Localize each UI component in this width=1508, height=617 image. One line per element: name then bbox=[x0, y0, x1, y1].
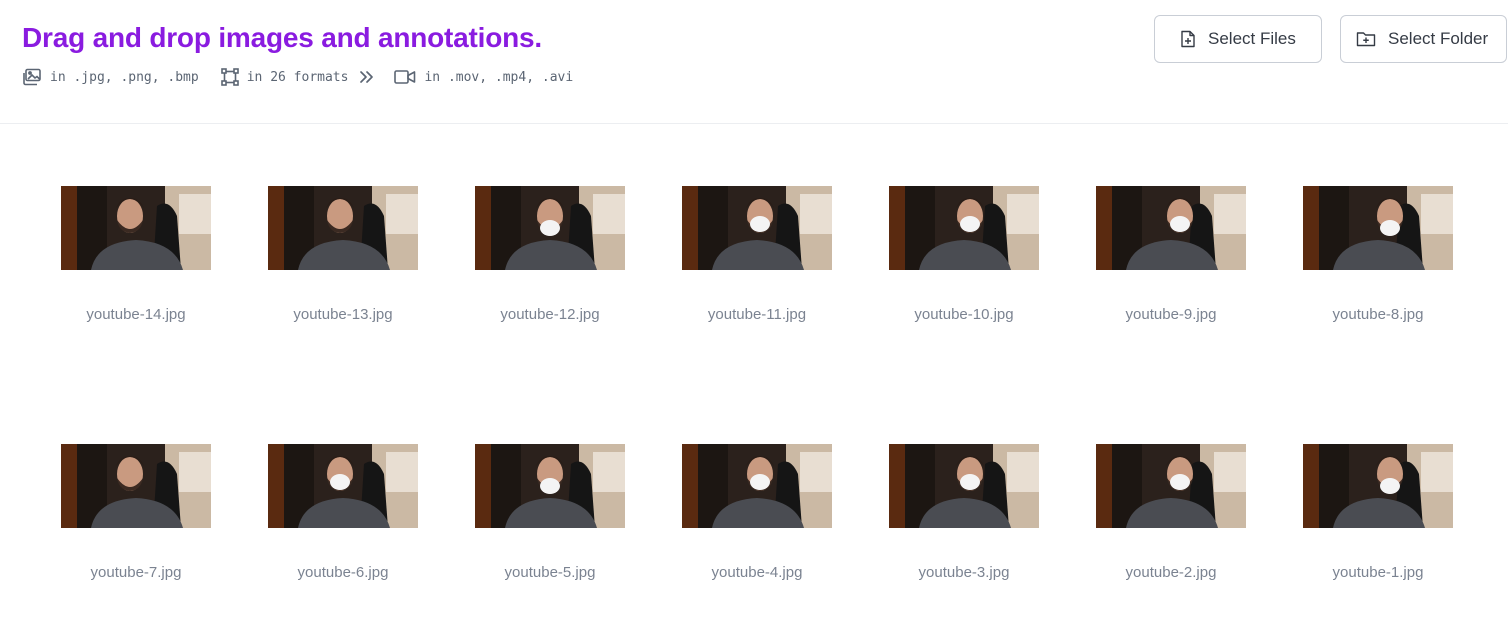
file-tile[interactable]: youtube-4.jpg bbox=[672, 444, 842, 604]
file-name: youtube-13.jpg bbox=[293, 306, 393, 323]
file-thumbnail[interactable] bbox=[475, 186, 625, 270]
file-name: youtube-6.jpg bbox=[297, 564, 389, 581]
file-tile[interactable]: youtube-10.jpg bbox=[879, 186, 1049, 346]
select-files-button[interactable]: Select Files bbox=[1154, 15, 1322, 63]
file-name: youtube-10.jpg bbox=[914, 306, 1014, 323]
video-formats-label: in .mov, .mp4, .avi bbox=[424, 69, 574, 85]
page-title: Drag and drop images and annotations. bbox=[22, 22, 542, 53]
file-name: youtube-1.jpg bbox=[1332, 564, 1424, 581]
file-name: youtube-5.jpg bbox=[504, 564, 596, 581]
file-tile[interactable]: youtube-12.jpg bbox=[465, 186, 635, 346]
annotation-formats: in 26 formats bbox=[220, 68, 349, 86]
file-name: youtube-4.jpg bbox=[711, 564, 803, 581]
select-folder-button[interactable]: Select Folder bbox=[1340, 15, 1507, 63]
file-plus-icon bbox=[1180, 30, 1208, 48]
file-name: youtube-11.jpg bbox=[707, 306, 807, 323]
video-formats: in .mov, .mp4, .avi bbox=[394, 69, 573, 85]
file-name: youtube-3.jpg bbox=[918, 564, 1010, 581]
file-name: youtube-8.jpg bbox=[1332, 306, 1424, 323]
annotation-formats-label: in 26 formats bbox=[246, 69, 349, 85]
file-tile[interactable]: youtube-2.jpg bbox=[1086, 444, 1256, 604]
select-folder-label: Select Folder bbox=[1388, 29, 1489, 48]
file-thumbnail[interactable] bbox=[1303, 444, 1453, 528]
file-thumbnail[interactable] bbox=[682, 186, 832, 270]
file-thumbnail[interactable] bbox=[475, 444, 625, 528]
file-name: youtube-9.jpg bbox=[1125, 306, 1217, 323]
file-grid: youtube-14.jpg youtube-13.jpg youtube-12.j… bbox=[0, 124, 1508, 617]
upload-header: Drag and drop images and annotations. in… bbox=[0, 0, 1508, 124]
chevrons-right-icon[interactable] bbox=[358, 70, 374, 84]
video-camera-icon bbox=[394, 69, 416, 85]
image-formats: in .jpg, .png, .bmp bbox=[22, 68, 199, 86]
file-thumbnail[interactable] bbox=[682, 444, 832, 528]
file-name: youtube-7.jpg bbox=[90, 564, 182, 581]
file-thumbnail[interactable] bbox=[1303, 186, 1453, 270]
file-tile[interactable]: youtube-9.jpg bbox=[1086, 186, 1256, 346]
file-tile[interactable]: youtube-7.jpg bbox=[51, 444, 221, 604]
file-thumbnail[interactable] bbox=[61, 186, 211, 270]
file-thumbnail[interactable] bbox=[889, 444, 1039, 528]
file-name: youtube-2.jpg bbox=[1125, 564, 1217, 581]
file-thumbnail[interactable] bbox=[1096, 444, 1246, 528]
folder-plus-icon bbox=[1356, 31, 1388, 47]
file-thumbnail[interactable] bbox=[268, 444, 418, 528]
select-files-label: Select Files bbox=[1208, 29, 1296, 48]
supported-formats: in .jpg, .png, .bmp in 26 formats in .mo… bbox=[22, 66, 573, 88]
images-icon bbox=[22, 68, 42, 86]
file-tile[interactable]: youtube-1.jpg bbox=[1293, 444, 1463, 604]
file-thumbnail[interactable] bbox=[268, 186, 418, 270]
file-tile[interactable]: youtube-8.jpg bbox=[1293, 186, 1463, 346]
file-tile[interactable]: youtube-14.jpg bbox=[51, 186, 221, 346]
file-thumbnail[interactable] bbox=[1096, 186, 1246, 270]
file-name: youtube-12.jpg bbox=[500, 306, 600, 323]
bounding-box-icon bbox=[220, 68, 239, 86]
file-tile[interactable]: youtube-11.jpg bbox=[672, 186, 842, 346]
file-thumbnail[interactable] bbox=[889, 186, 1039, 270]
file-thumbnail[interactable] bbox=[61, 444, 211, 528]
file-tile[interactable]: youtube-5.jpg bbox=[465, 444, 635, 604]
image-formats-label: in .jpg, .png, .bmp bbox=[50, 69, 199, 85]
file-tile[interactable]: youtube-13.jpg bbox=[258, 186, 428, 346]
file-tile[interactable]: youtube-6.jpg bbox=[258, 444, 428, 604]
file-tile[interactable]: youtube-3.jpg bbox=[879, 444, 1049, 604]
file-name: youtube-14.jpg bbox=[86, 306, 186, 323]
